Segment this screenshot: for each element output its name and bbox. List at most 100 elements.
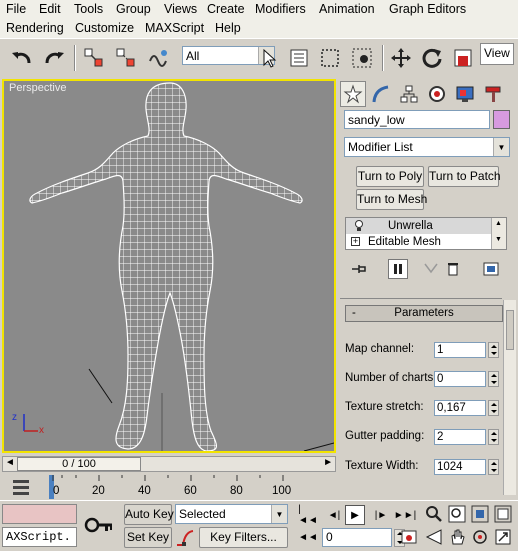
menu-graph-editors[interactable]: Graph Editors [389,2,466,16]
stack-scrollbar[interactable]: ▲ ▼ [491,218,506,249]
time-slider-next-icon[interactable]: ► [323,457,333,468]
tab-motion[interactable] [424,81,450,107]
scrollbar-thumb[interactable] [506,310,514,350]
time-slider-thumb[interactable]: 0 / 100 [17,457,141,471]
select-and-move-button[interactable] [387,44,415,72]
time-slider-prev-icon[interactable]: ◄ [5,457,15,468]
unlink-button[interactable] [112,44,140,72]
perspective-viewport[interactable]: Perspective z x [2,79,336,453]
collapse-minus-icon: - [352,307,356,319]
previous-frame-button[interactable]: ◄| [325,506,343,524]
make-unique-button[interactable] [422,260,440,278]
stack-item-editable-mesh[interactable]: + Editable Mesh [346,234,491,250]
parameters-rollout-header[interactable]: - Parameters [345,305,503,322]
menu-customize[interactable]: Customize [75,21,134,35]
curve-editor-mini-button[interactable] [10,478,32,496]
maximize-viewport-button[interactable] [494,528,512,546]
go-to-end-button[interactable]: ►►| [394,506,416,524]
field-of-view-button[interactable] [425,528,443,546]
remove-modifier-button[interactable] [444,260,462,278]
select-by-name-button[interactable] [285,44,313,72]
menu-group[interactable]: Group [116,2,151,16]
select-and-scale-button[interactable] [449,44,477,72]
stack-item-unwrella[interactable]: Unwrella [346,218,491,234]
arc-rotate-icon [473,530,487,544]
turn-to-patch-button[interactable]: Turn to Patch [428,166,501,187]
tab-modify[interactable] [368,81,394,107]
number-of-charts-spinner[interactable] [488,371,499,387]
map-channel-spinner[interactable] [488,342,499,358]
zoom-extents-button[interactable] [471,505,489,523]
menu-modifiers[interactable]: Modifiers [255,2,306,16]
map-channel-field[interactable]: 1 [434,342,486,358]
configure-modifier-sets-button[interactable] [482,260,500,278]
menu-edit[interactable]: Edit [39,2,61,16]
menu-maxscript[interactable]: MAXScript [145,21,204,35]
gutter-padding-field[interactable]: 2 [434,429,486,445]
expand-plus-icon[interactable]: + [351,237,360,246]
undo-button[interactable] [8,44,36,72]
time-configuration-button[interactable] [400,528,418,546]
default-tangent-button[interactable] [175,528,195,548]
menu-tools[interactable]: Tools [74,2,103,16]
pin-stack-button[interactable] [350,260,368,278]
turn-to-poly-button[interactable]: Turn to Poly [356,166,424,187]
tab-hierarchy[interactable] [396,81,422,107]
window-crossing-button[interactable] [348,44,376,72]
time-slider[interactable]: ◄ 0 / 100 ► [2,456,336,472]
set-key-button[interactable]: Set Key [124,527,172,548]
auto-key-button[interactable]: Auto Key [124,504,174,525]
list-icon [290,49,308,67]
command-panel-scrollbar[interactable] [503,300,516,495]
modifier-stack[interactable]: Unwrella + Editable Mesh ▲ ▼ [345,217,507,250]
tab-create[interactable] [340,81,366,107]
menu-file[interactable]: File [6,2,26,16]
texture-width-spinner[interactable] [488,459,499,475]
modifier-list-dropdown[interactable]: Modifier List ▼ [344,137,510,157]
current-frame-field[interactable]: 0 [322,528,392,547]
trash-icon [448,263,458,276]
redo-button[interactable] [40,44,68,72]
key-selection-dropdown[interactable]: Selected ▼ [175,504,288,524]
gutter-padding-spinner[interactable] [488,429,499,445]
tab-display[interactable] [452,81,478,107]
menu-animation[interactable]: Animation [319,2,375,16]
maxscript-mini-listener[interactable]: AXScript. [2,527,77,547]
tick-label-0: 0 [53,485,60,497]
object-color-swatch[interactable] [493,110,510,129]
menu-rendering[interactable]: Rendering [6,21,64,35]
play-button[interactable]: ▶ [345,505,365,525]
key-filters-button[interactable]: Key Filters... [199,527,288,548]
wireframe-model [23,82,334,451]
turn-to-mesh-button[interactable]: Turn to Mesh [356,189,427,210]
pan-button[interactable] [448,528,466,546]
texture-width-field[interactable]: 1024 [434,459,486,475]
reference-coordinate-dropdown[interactable]: View [480,43,514,65]
lightbulb-icon[interactable] [354,220,364,232]
menu-help[interactable]: Help [215,21,241,35]
track-bar[interactable]: 0 20 40 60 80 100 [2,473,338,501]
maxscript-listener-pink[interactable] [2,504,77,524]
menu-views[interactable]: Views [164,2,197,16]
select-and-rotate-button[interactable] [418,44,446,72]
number-of-charts-field[interactable]: 0 [434,371,486,387]
show-end-result-button[interactable] [388,259,408,279]
select-and-link-button[interactable] [80,44,108,72]
bottom-bar: AXScript. Auto Key Set Key Selected ▼ Ke… [0,500,518,551]
texture-stretch-spinner[interactable] [488,400,499,416]
menu-create[interactable]: Create [207,2,245,16]
select-object-button[interactable] [254,44,282,72]
go-to-start-button[interactable]: |◄◄ [298,504,318,526]
zoom-button[interactable] [425,505,443,523]
object-name-field[interactable]: sandy_low [344,110,490,129]
zoom-all-button[interactable] [448,505,466,523]
next-frame-button[interactable]: |► [372,506,390,524]
rectangular-selection-button[interactable] [316,44,344,72]
key-mode-toggle-button[interactable]: ◄◄ [298,528,318,546]
zoom-extents-all-button[interactable] [494,505,512,523]
texture-stretch-field[interactable]: 0,167 [434,400,486,416]
bind-spacewarp-button[interactable] [144,44,172,72]
set-key-mode-button[interactable] [83,513,115,537]
tab-utilities[interactable] [480,81,506,107]
arc-rotate-button[interactable] [471,528,489,546]
